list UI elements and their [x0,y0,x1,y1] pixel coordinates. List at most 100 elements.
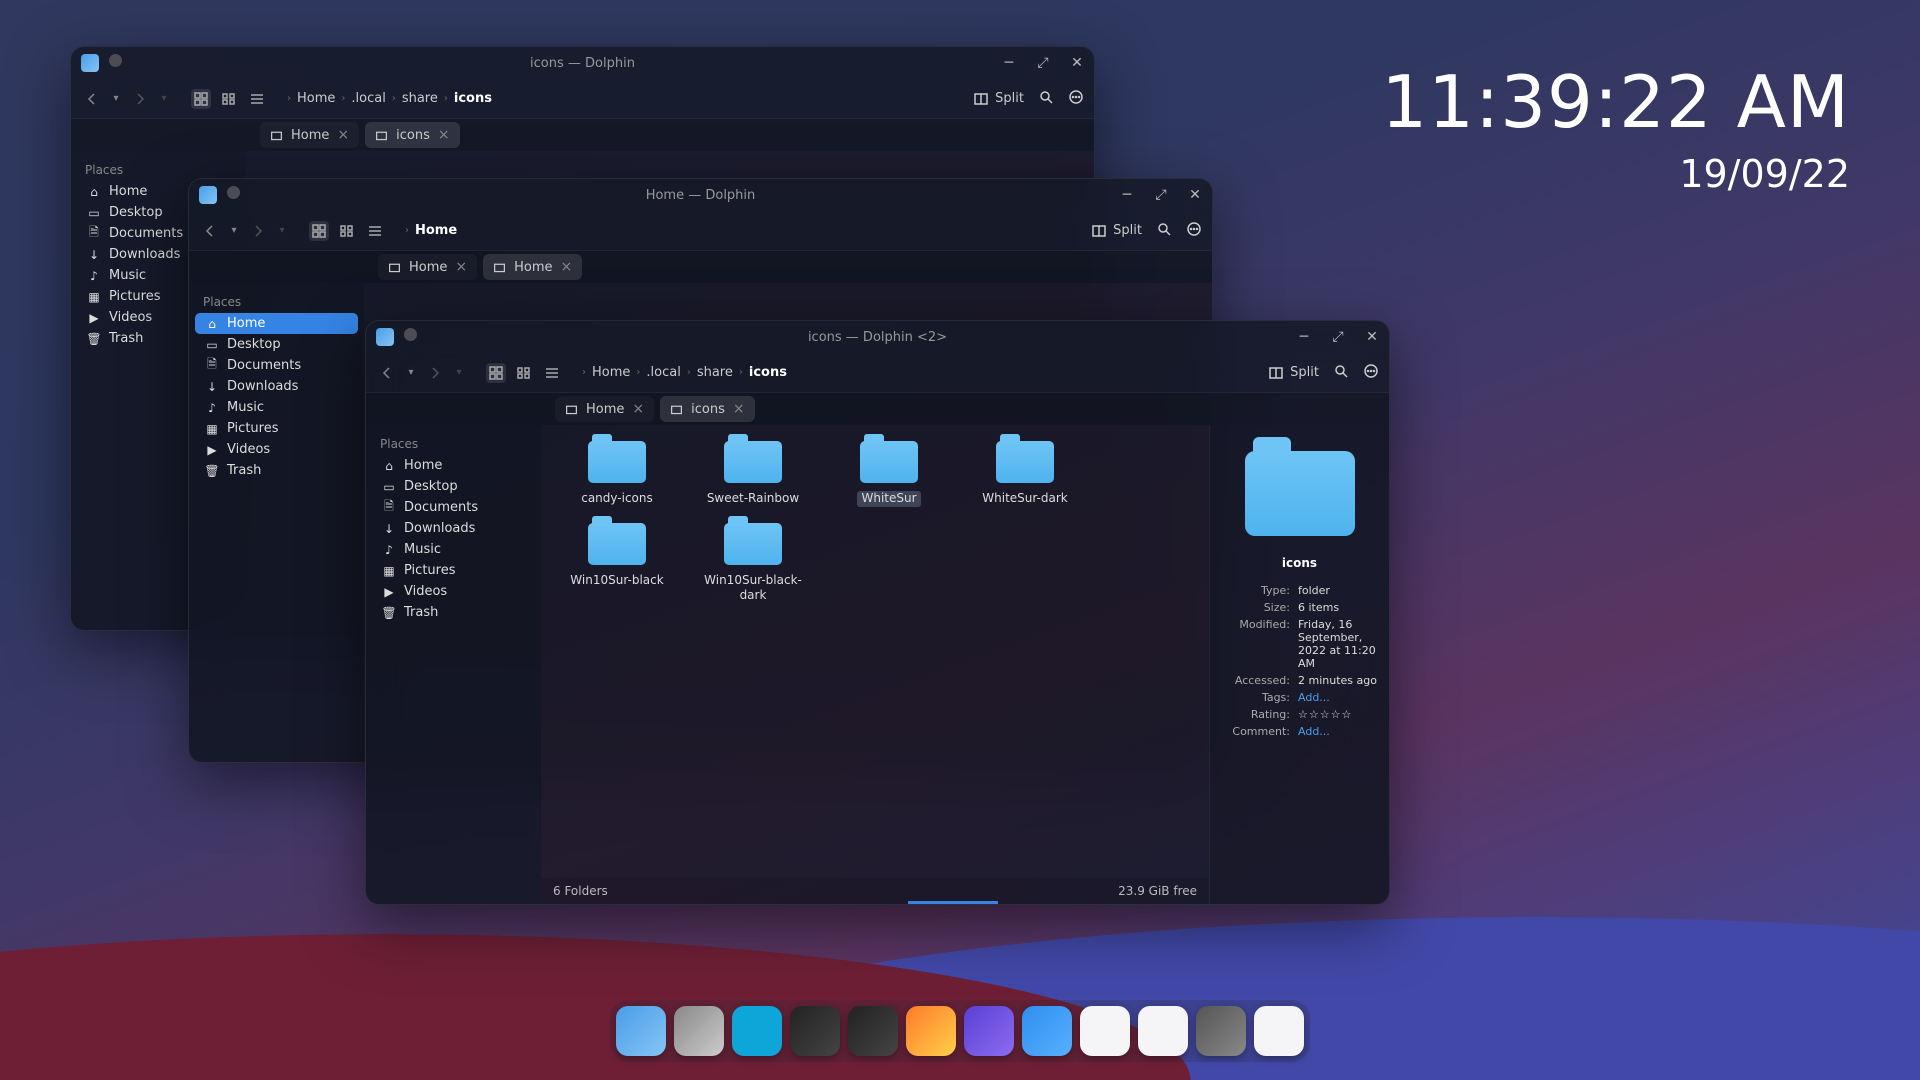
breadcrumb-item[interactable]: icons [454,91,492,106]
breadcrumb-item[interactable]: .local [351,91,385,106]
sidebar-item-documents[interactable]: 🗎Documents [195,355,358,376]
forward-button[interactable] [424,362,446,384]
compact-view-button[interactable] [514,363,534,383]
close-tab-button[interactable]: × [337,128,349,142]
info-tags-add[interactable]: Add... [1298,691,1377,704]
sidebar-item-music[interactable]: ♪Music [195,397,358,418]
forward-history-button[interactable]: ▾ [157,88,171,110]
close-button[interactable]: ✕ [1184,184,1206,206]
close-tab-button[interactable]: × [455,260,467,274]
sidebar-item-videos[interactable]: ▶Videos [195,439,358,460]
breadcrumb-item[interactable]: share [697,365,733,380]
details-view-button[interactable] [542,363,562,383]
sidebar-item-trash[interactable]: 🗑Trash [372,602,535,623]
dock-media-icon[interactable] [732,1006,782,1056]
forward-history-button[interactable]: ▾ [275,220,289,242]
tab-home-2[interactable]: Home× [483,254,582,280]
icons-view-button[interactable] [486,363,506,383]
tab-home[interactable]: Home× [260,122,359,148]
compact-view-button[interactable] [219,89,239,109]
tab-icons[interactable]: icons× [660,396,754,422]
dock-settings-icon[interactable] [674,1006,724,1056]
close-button[interactable]: ✕ [1361,326,1383,348]
sidebar-item-trash[interactable]: 🗑Trash [195,460,358,481]
close-button[interactable]: ✕ [1066,52,1088,74]
breadcrumb[interactable]: › Home › .local › share › icons [287,91,967,106]
folder-item[interactable]: candy-icons [557,441,677,507]
menu-button[interactable] [1186,221,1202,241]
dock-monitor-icon[interactable] [790,1006,840,1056]
search-button[interactable] [1333,363,1349,383]
sidebar-item-downloads[interactable]: ↓Downloads [372,518,535,539]
sidebar-item-pictures[interactable]: ▦Pictures [195,418,358,439]
maximize-button[interactable]: ⤢ [1327,326,1349,348]
dock-firefox-icon[interactable] [906,1006,956,1056]
sidebar-item-home[interactable]: ⌂Home [195,313,358,334]
close-tab-button[interactable]: × [733,402,745,416]
minimize-button[interactable]: ─ [1116,184,1138,206]
dock-editor-icon[interactable] [964,1006,1014,1056]
traffic-dot[interactable] [109,54,122,67]
breadcrumb[interactable]: › Home › .local › share › icons [582,365,1262,380]
titlebar[interactable]: icons — Dolphin <2> ─ ⤢ ✕ [366,321,1389,353]
close-tab-button[interactable]: × [438,128,450,142]
tab-home[interactable]: Home× [378,254,477,280]
titlebar[interactable]: icons — Dolphin ─ ⤢ ✕ [71,47,1094,79]
menu-button[interactable] [1363,363,1379,383]
folder-item[interactable]: Sweet-Rainbow [693,441,813,507]
file-view[interactable]: candy-icons Sweet-Rainbow WhiteSur White… [541,425,1209,904]
info-rating-value[interactable]: ☆☆☆☆☆ [1298,708,1377,721]
split-button[interactable]: Split [973,91,1024,107]
back-history-button[interactable]: ▾ [404,362,418,384]
traffic-dot[interactable] [227,186,240,199]
info-comment-add[interactable]: Add... [1298,725,1377,738]
dolphin-window-3[interactable]: icons — Dolphin <2> ─ ⤢ ✕ ▾ ▾ › Home › .… [365,320,1390,905]
icons-view-button[interactable] [309,221,329,241]
split-button[interactable]: Split [1268,365,1319,381]
breadcrumb-item[interactable]: icons [749,365,787,380]
sidebar-item-desktop[interactable]: ▭Desktop [372,476,535,497]
titlebar[interactable]: Home — Dolphin ─ ⤢ ✕ [189,179,1212,211]
split-button[interactable]: Split [1091,223,1142,239]
forward-history-button[interactable]: ▾ [452,362,466,384]
details-view-button[interactable] [247,89,267,109]
compact-view-button[interactable] [337,221,357,241]
folder-item[interactable]: WhiteSur-dark [965,441,1085,507]
sidebar-item-home[interactable]: ⌂Home [372,455,535,476]
breadcrumb-item[interactable]: Home [297,91,335,106]
folder-item[interactable]: Win10Sur-black [557,523,677,604]
sidebar-item-videos[interactable]: ▶Videos [372,581,535,602]
sidebar-item-pictures[interactable]: ▦Pictures [372,560,535,581]
search-button[interactable] [1038,89,1054,109]
traffic-dot[interactable] [404,328,417,341]
dock-store-icon[interactable] [1022,1006,1072,1056]
folder-item[interactable]: Win10Sur-black-dark [693,523,813,604]
back-button[interactable] [199,220,221,242]
back-history-button[interactable]: ▾ [109,88,123,110]
sidebar-item-desktop[interactable]: ▭Desktop [195,334,358,355]
dock-clock-icon[interactable] [1254,1006,1304,1056]
tab-home[interactable]: Home× [555,396,654,422]
close-tab-button[interactable]: × [632,402,644,416]
dock-notes-icon[interactable] [1138,1006,1188,1056]
minimize-button[interactable]: ─ [1293,326,1315,348]
breadcrumb-item[interactable]: Home [592,365,630,380]
maximize-button[interactable]: ⤢ [1150,184,1172,206]
forward-button[interactable] [129,88,151,110]
breadcrumb-item[interactable]: .local [646,365,680,380]
dock-terminal-icon[interactable] [848,1006,898,1056]
sidebar-item-downloads[interactable]: ↓Downloads [195,376,358,397]
icons-view-button[interactable] [191,89,211,109]
details-view-button[interactable] [365,221,385,241]
close-tab-button[interactable]: × [561,260,573,274]
maximize-button[interactable]: ⤢ [1032,52,1054,74]
dock-music-icon[interactable] [1080,1006,1130,1056]
minimize-button[interactable]: ─ [998,52,1020,74]
back-history-button[interactable]: ▾ [227,220,241,242]
search-button[interactable] [1156,221,1172,241]
back-button[interactable] [376,362,398,384]
dock-screenshot-icon[interactable] [1196,1006,1246,1056]
breadcrumb-item[interactable]: Home [415,223,457,238]
back-button[interactable] [81,88,103,110]
breadcrumb[interactable]: › Home [405,223,1085,238]
